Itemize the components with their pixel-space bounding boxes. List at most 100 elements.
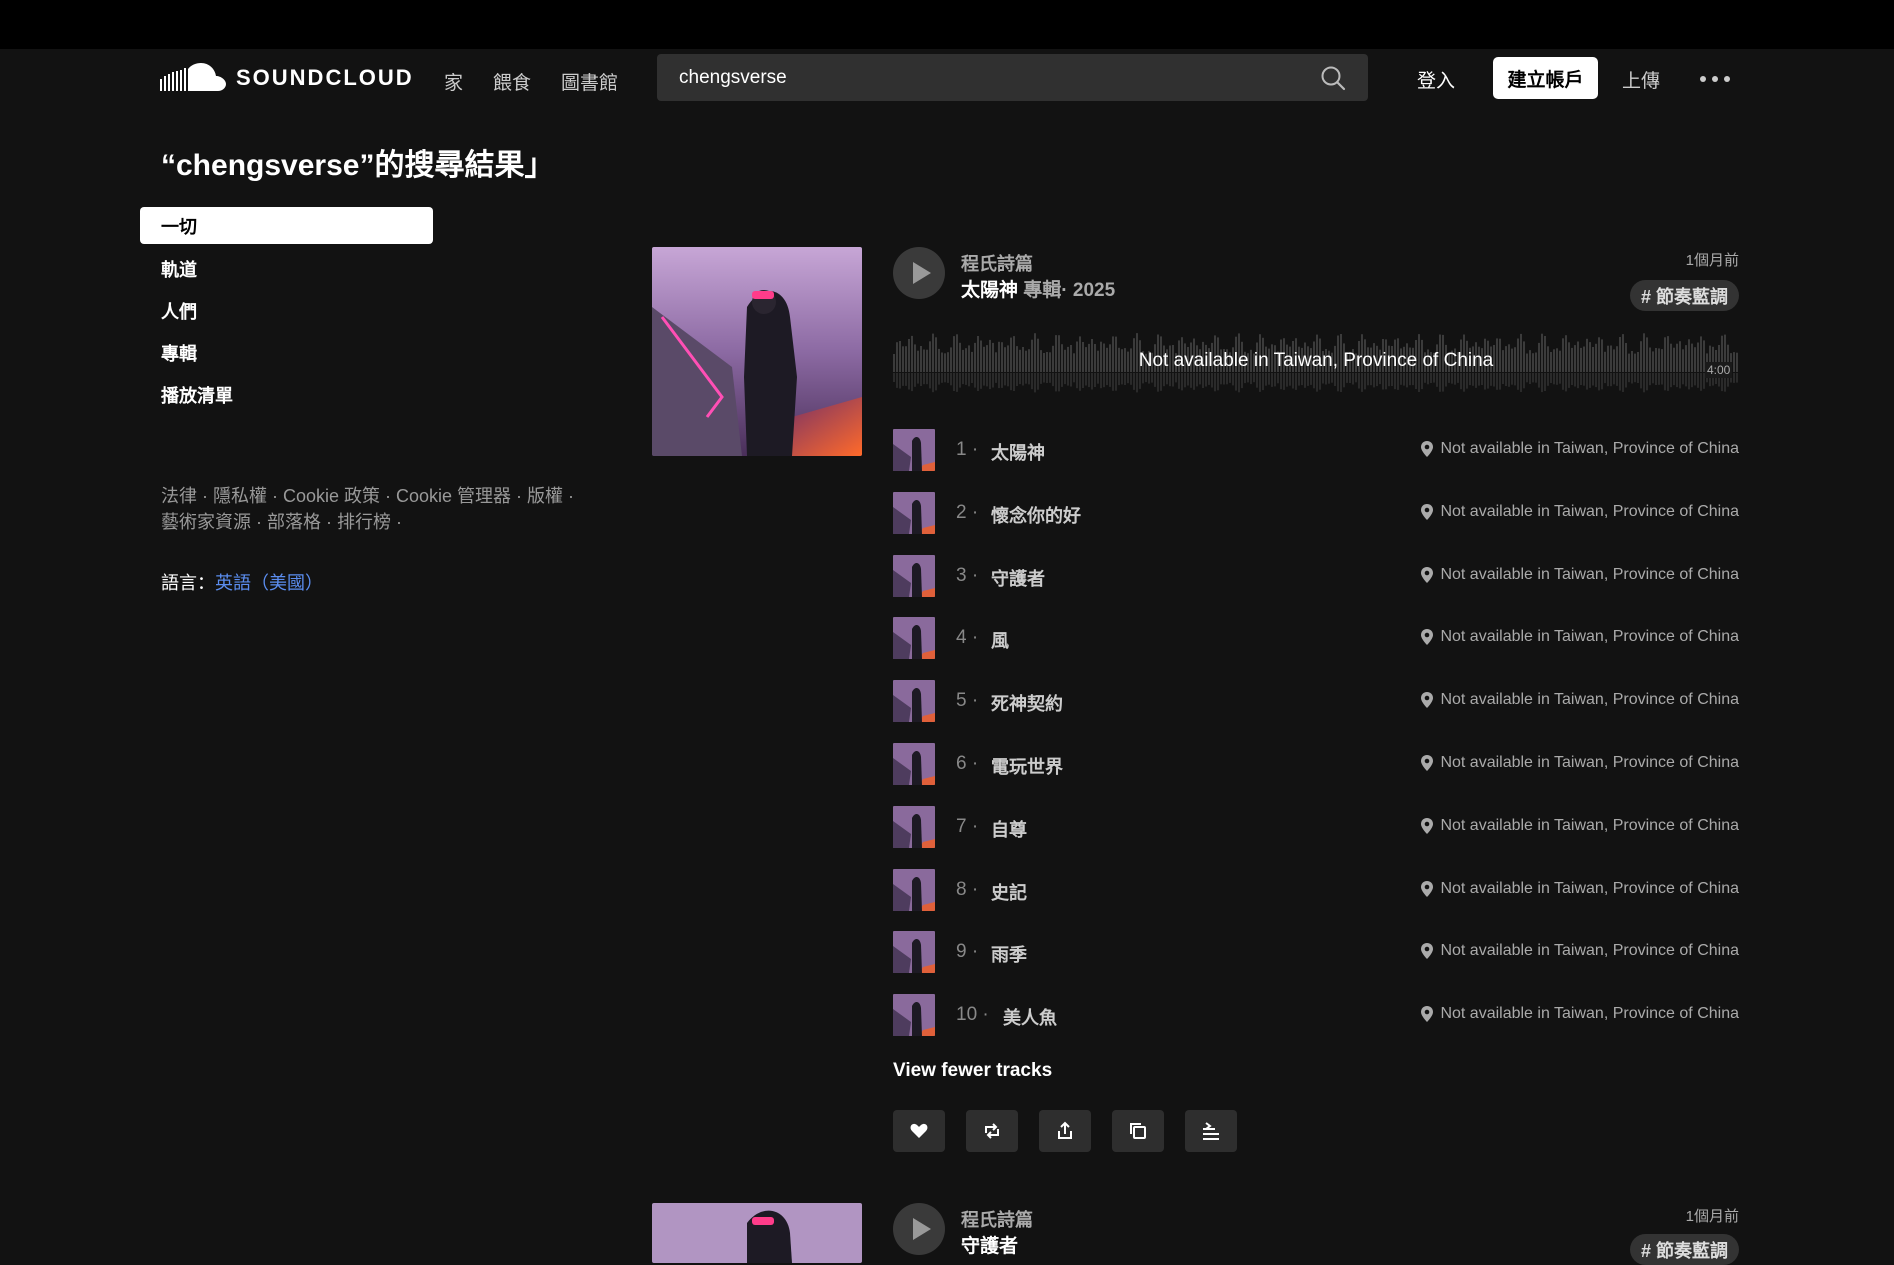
album-title[interactable]: 太陽神: [961, 280, 1018, 301]
track-thumbnail[interactable]: [893, 742, 935, 785]
waveform-bar-reflection: [1352, 373, 1354, 385]
more-options-icon[interactable]: [1700, 76, 1730, 84]
share-button[interactable]: [1039, 1110, 1091, 1152]
track-title[interactable]: 懷念你的好: [991, 502, 1081, 528]
play-button-2[interactable]: [893, 1203, 945, 1255]
track-row[interactable]: 4 · 風 Not available in Taiwan, Province of…: [893, 617, 1739, 680]
waveform-bar-reflection: [938, 373, 940, 385]
waveform-bar-reflection: [1103, 373, 1105, 388]
posted-time-2: 1個月前: [1685, 1208, 1739, 1225]
track-thumbnail[interactable]: [893, 805, 935, 848]
track-row[interactable]: 1 · 太陽神 Not available in Taiwan, Province …: [893, 429, 1739, 492]
track-title[interactable]: 雨季: [991, 941, 1027, 967]
waveform-bar-reflection: [1175, 373, 1177, 383]
track-title[interactable]: 死神契約: [991, 690, 1063, 716]
track-title[interactable]: 風: [991, 627, 1009, 653]
waveform-bar-reflection: [1007, 373, 1009, 387]
soundcloud-logo[interactable]: SOUNDCLOUD: [160, 63, 414, 93]
play-button[interactable]: [893, 247, 945, 299]
track-availability: Not available in Taiwan, Province of Chi…: [1420, 691, 1739, 709]
waveform-bar-reflection: [893, 373, 895, 382]
track-row[interactable]: 3 · 守護者 Not available in Taiwan, Province …: [893, 554, 1739, 618]
waveform-bar-reflection: [1223, 373, 1225, 385]
track-title[interactable]: 自尊: [991, 816, 1027, 842]
waveform-bar-reflection: [1547, 373, 1549, 386]
waveform-bar-reflection: [1160, 373, 1162, 391]
track-thumbnail[interactable]: [893, 491, 935, 534]
artist-name[interactable]: 程氏詩篇: [961, 250, 1033, 276]
album-artwork[interactable]: [652, 247, 862, 456]
track-thumbnail[interactable]: [893, 617, 935, 660]
track-row[interactable]: 5 · 死神契約 Not available in Taiwan, Province…: [893, 680, 1739, 743]
waveform-bar-reflection: [983, 373, 985, 386]
waveform-bar-reflection: [1301, 373, 1303, 386]
track-availability-text: Not available in Taiwan, Province of Chi…: [1440, 879, 1739, 897]
album-title-2[interactable]: 守護者: [961, 1231, 1018, 1258]
waveform-bar-reflection: [1469, 373, 1471, 386]
create-account-button[interactable]: 建立帳戶: [1493, 57, 1598, 99]
track-thumbnail[interactable]: [893, 868, 935, 911]
waveform-bar-reflection: [1067, 373, 1069, 386]
waveform-bar-reflection: [1607, 373, 1609, 387]
waveform-bar-reflection: [1313, 373, 1315, 389]
track-row[interactable]: 8 · 史記 Not available in Taiwan, Province o…: [893, 868, 1739, 932]
track-thumbnail[interactable]: [893, 554, 935, 597]
genre-tag-2[interactable]: # 節奏藍調: [1629, 1234, 1739, 1265]
track-row[interactable]: 6 · 電玩世界 Not available in Taiwan, Province…: [893, 742, 1739, 806]
track-thumbnail-image: [893, 742, 935, 785]
track-thumbnail[interactable]: [893, 429, 935, 471]
genre-tag[interactable]: # 節奏藍調: [1629, 280, 1739, 311]
waveform-bar-reflection: [1421, 373, 1423, 390]
track-row[interactable]: 7 · 自尊 Not available in Taiwan, Province o…: [893, 805, 1739, 869]
waveform-bar-reflection: [1190, 373, 1192, 388]
track-title[interactable]: 美人魚: [1003, 1004, 1057, 1030]
track-number: 9 ·: [956, 941, 979, 963]
track-thumbnail[interactable]: [893, 931, 935, 974]
track-title[interactable]: 守護者: [991, 565, 1045, 591]
upload-link[interactable]: 上傳: [1622, 66, 1660, 93]
track-title[interactable]: 史記: [991, 879, 1027, 905]
track-row[interactable]: 2 · 懷念你的好 Not available in Taiwan, Provinc…: [893, 491, 1739, 555]
filter-everything[interactable]: 一切: [140, 207, 433, 244]
waveform-bar-reflection: [1520, 373, 1522, 392]
search-input[interactable]: [679, 54, 1279, 101]
footer-links-line1[interactable]: 法律 · 隱私權 · Cookie 政策 · Cookie 管理器 · 版權 ·: [161, 483, 601, 509]
track-title[interactable]: 電玩世界: [991, 753, 1063, 779]
login-link[interactable]: 登入: [1417, 66, 1455, 93]
search-icon[interactable]: [1320, 65, 1346, 91]
copy-link-button[interactable]: [1112, 1110, 1164, 1152]
track-thumbnail[interactable]: [893, 994, 935, 1037]
waveform-bar-reflection: [1496, 373, 1498, 390]
filter-tracks[interactable]: 軌道: [140, 248, 433, 290]
waveform-bar-reflection: [1214, 373, 1216, 392]
waveform-bar-reflection: [908, 373, 910, 390]
language-link[interactable]: 英語（美國）: [215, 573, 323, 593]
nav-feed[interactable]: 餵食: [493, 68, 531, 95]
track-thumbnail[interactable]: [893, 680, 935, 723]
filter-playlists[interactable]: 播放清單: [140, 374, 433, 416]
waveform-bar-reflection: [1034, 373, 1036, 393]
waveform-bar-reflection: [1613, 373, 1615, 385]
waveform-bar-reflection: [980, 373, 982, 389]
add-to-playlist-button[interactable]: [1185, 1110, 1237, 1152]
waveform-bar-reflection: [1229, 373, 1231, 383]
nav-library[interactable]: 圖書館: [561, 68, 618, 95]
track-row[interactable]: 9 · 雨季 Not available in Taiwan, Province o…: [893, 931, 1739, 994]
like-button[interactable]: [893, 1110, 945, 1152]
filter-people[interactable]: 人們: [140, 290, 433, 332]
track-availability: Not available in Taiwan, Province of Chi…: [1420, 503, 1739, 521]
repost-button[interactable]: [966, 1110, 1018, 1152]
track-number: 10 ·: [956, 1004, 989, 1026]
album-artwork-2[interactable]: [652, 1203, 862, 1263]
waveform-bar-reflection: [1331, 373, 1333, 383]
track-row[interactable]: 10 · 美人魚 Not available in Taiwan, Province…: [893, 994, 1739, 1057]
nav-home[interactable]: 家: [444, 68, 463, 95]
track-title[interactable]: 太陽神: [991, 439, 1045, 465]
view-fewer-tracks-link[interactable]: View fewer tracks: [893, 1060, 1052, 1082]
search-box[interactable]: [657, 54, 1368, 101]
artist-name-2[interactable]: 程氏詩篇: [961, 1206, 1033, 1232]
waveform-bar-reflection: [932, 373, 934, 393]
waveform-bar-reflection: [1628, 373, 1630, 383]
footer-links-line2[interactable]: 藝術家資源 · 部落格 · 排行榜 ·: [161, 509, 601, 535]
filter-albums[interactable]: 專輯: [140, 332, 433, 374]
